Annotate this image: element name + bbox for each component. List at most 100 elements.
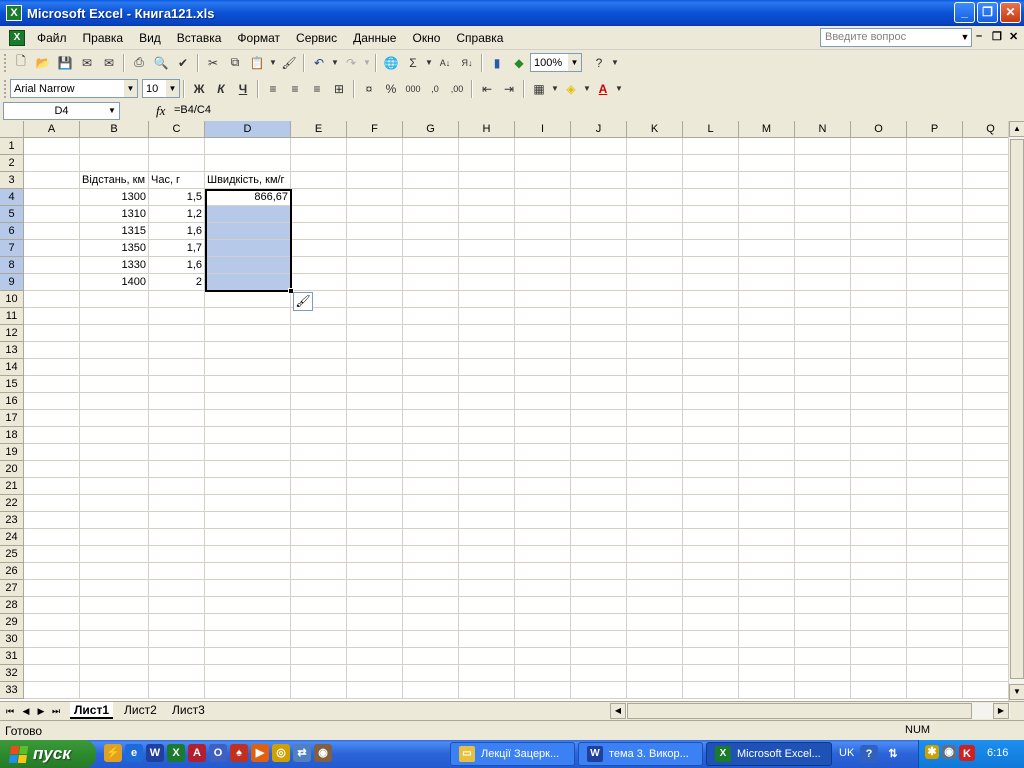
cell-a27[interactable] bbox=[24, 580, 80, 597]
cell-o23[interactable] bbox=[851, 512, 907, 529]
cell-k7[interactable] bbox=[627, 240, 683, 257]
cell-h6[interactable] bbox=[459, 223, 515, 240]
cell-k20[interactable] bbox=[627, 461, 683, 478]
permission-icon[interactable]: ✉ bbox=[76, 52, 98, 74]
cell-l22[interactable] bbox=[683, 495, 739, 512]
row-header-22[interactable]: 22 bbox=[0, 495, 24, 512]
cell-j4[interactable] bbox=[571, 189, 627, 206]
increase-indent-icon[interactable]: ⇥ bbox=[498, 78, 520, 100]
cell-k1[interactable] bbox=[627, 138, 683, 155]
cell-l29[interactable] bbox=[683, 614, 739, 631]
spelling-icon[interactable]: ✔ bbox=[172, 52, 194, 74]
print-icon[interactable]: ⎙ bbox=[128, 52, 150, 74]
cell-j5[interactable] bbox=[571, 206, 627, 223]
cell-q9[interactable] bbox=[963, 274, 1008, 291]
cell-i2[interactable] bbox=[515, 155, 571, 172]
row-header-4[interactable]: 4 bbox=[0, 189, 24, 206]
chevron-down-icon[interactable]: ▼ bbox=[424, 52, 434, 74]
cell-j30[interactable] bbox=[571, 631, 627, 648]
column-header-p[interactable]: P bbox=[907, 121, 963, 138]
cell-c19[interactable] bbox=[149, 444, 205, 461]
minimize-button[interactable]: _ bbox=[954, 2, 975, 23]
cell-a22[interactable] bbox=[24, 495, 80, 512]
cell-f3[interactable] bbox=[347, 172, 403, 189]
cell-j21[interactable] bbox=[571, 478, 627, 495]
cell-f6[interactable] bbox=[347, 223, 403, 240]
cell-e9[interactable] bbox=[291, 274, 347, 291]
cell-h8[interactable] bbox=[459, 257, 515, 274]
row-header-21[interactable]: 21 bbox=[0, 478, 24, 495]
word-icon[interactable]: W bbox=[146, 744, 164, 762]
cell-o16[interactable] bbox=[851, 393, 907, 410]
row-header-31[interactable]: 31 bbox=[0, 648, 24, 665]
column-header-g[interactable]: G bbox=[403, 121, 459, 138]
row-header-29[interactable]: 29 bbox=[0, 614, 24, 631]
cell-i20[interactable] bbox=[515, 461, 571, 478]
cell-d29[interactable] bbox=[205, 614, 291, 631]
game-icon[interactable]: ♠ bbox=[230, 744, 248, 762]
cell-f8[interactable] bbox=[347, 257, 403, 274]
font-size-select[interactable]: 10 ▼ bbox=[142, 79, 180, 98]
cell-j23[interactable] bbox=[571, 512, 627, 529]
cell-e33[interactable] bbox=[291, 682, 347, 699]
cell-l9[interactable] bbox=[683, 274, 739, 291]
cell-g33[interactable] bbox=[403, 682, 459, 699]
cell-f12[interactable] bbox=[347, 325, 403, 342]
scroll-up-icon[interactable]: ▲ bbox=[1009, 121, 1024, 137]
cell-h32[interactable] bbox=[459, 665, 515, 682]
cell-g25[interactable] bbox=[403, 546, 459, 563]
cell-k11[interactable] bbox=[627, 308, 683, 325]
cell-l31[interactable] bbox=[683, 648, 739, 665]
cell-j7[interactable] bbox=[571, 240, 627, 257]
cell-e12[interactable] bbox=[291, 325, 347, 342]
cell-j11[interactable] bbox=[571, 308, 627, 325]
cell-f11[interactable] bbox=[347, 308, 403, 325]
cell-p12[interactable] bbox=[907, 325, 963, 342]
cell-i25[interactable] bbox=[515, 546, 571, 563]
cell-q27[interactable] bbox=[963, 580, 1008, 597]
row-header-33[interactable]: 33 bbox=[0, 682, 24, 699]
cell-b7[interactable]: 1350 bbox=[80, 240, 149, 257]
row-header-28[interactable]: 28 bbox=[0, 597, 24, 614]
cell-p10[interactable] bbox=[907, 291, 963, 308]
cell-f5[interactable] bbox=[347, 206, 403, 223]
prev-sheet-icon[interactable]: ◀ bbox=[19, 704, 33, 718]
cell-l19[interactable] bbox=[683, 444, 739, 461]
cell-d1[interactable] bbox=[205, 138, 291, 155]
row-header-25[interactable]: 25 bbox=[0, 546, 24, 563]
cell-d5[interactable] bbox=[205, 206, 291, 223]
cell-i23[interactable] bbox=[515, 512, 571, 529]
cell-m29[interactable] bbox=[739, 614, 795, 631]
save-icon[interactable]: 💾 bbox=[54, 52, 76, 74]
cell-a19[interactable] bbox=[24, 444, 80, 461]
cell-d13[interactable] bbox=[205, 342, 291, 359]
menu-help[interactable]: Справка bbox=[448, 31, 511, 45]
cell-k21[interactable] bbox=[627, 478, 683, 495]
cut-icon[interactable]: ✂ bbox=[202, 52, 224, 74]
close-button[interactable]: ✕ bbox=[1000, 2, 1021, 23]
cell-l8[interactable] bbox=[683, 257, 739, 274]
cell-p27[interactable] bbox=[907, 580, 963, 597]
cell-d8[interactable] bbox=[205, 257, 291, 274]
cell-h27[interactable] bbox=[459, 580, 515, 597]
formula-input[interactable]: =B4/C4 bbox=[174, 104, 211, 116]
cell-g9[interactable] bbox=[403, 274, 459, 291]
cell-g2[interactable] bbox=[403, 155, 459, 172]
cell-a12[interactable] bbox=[24, 325, 80, 342]
cell-m32[interactable] bbox=[739, 665, 795, 682]
decrease-indent-icon[interactable]: ⇤ bbox=[476, 78, 498, 100]
cell-b28[interactable] bbox=[80, 597, 149, 614]
cell-c23[interactable] bbox=[149, 512, 205, 529]
cell-p26[interactable] bbox=[907, 563, 963, 580]
cell-d32[interactable] bbox=[205, 665, 291, 682]
cell-e27[interactable] bbox=[291, 580, 347, 597]
cell-h2[interactable] bbox=[459, 155, 515, 172]
toolbar-gripper[interactable] bbox=[4, 53, 7, 72]
currency-icon[interactable]: ¤ bbox=[358, 78, 380, 100]
cell-p32[interactable] bbox=[907, 665, 963, 682]
cell-e1[interactable] bbox=[291, 138, 347, 155]
cell-g4[interactable] bbox=[403, 189, 459, 206]
cell-h17[interactable] bbox=[459, 410, 515, 427]
cell-b6[interactable]: 1315 bbox=[80, 223, 149, 240]
cell-n5[interactable] bbox=[795, 206, 851, 223]
